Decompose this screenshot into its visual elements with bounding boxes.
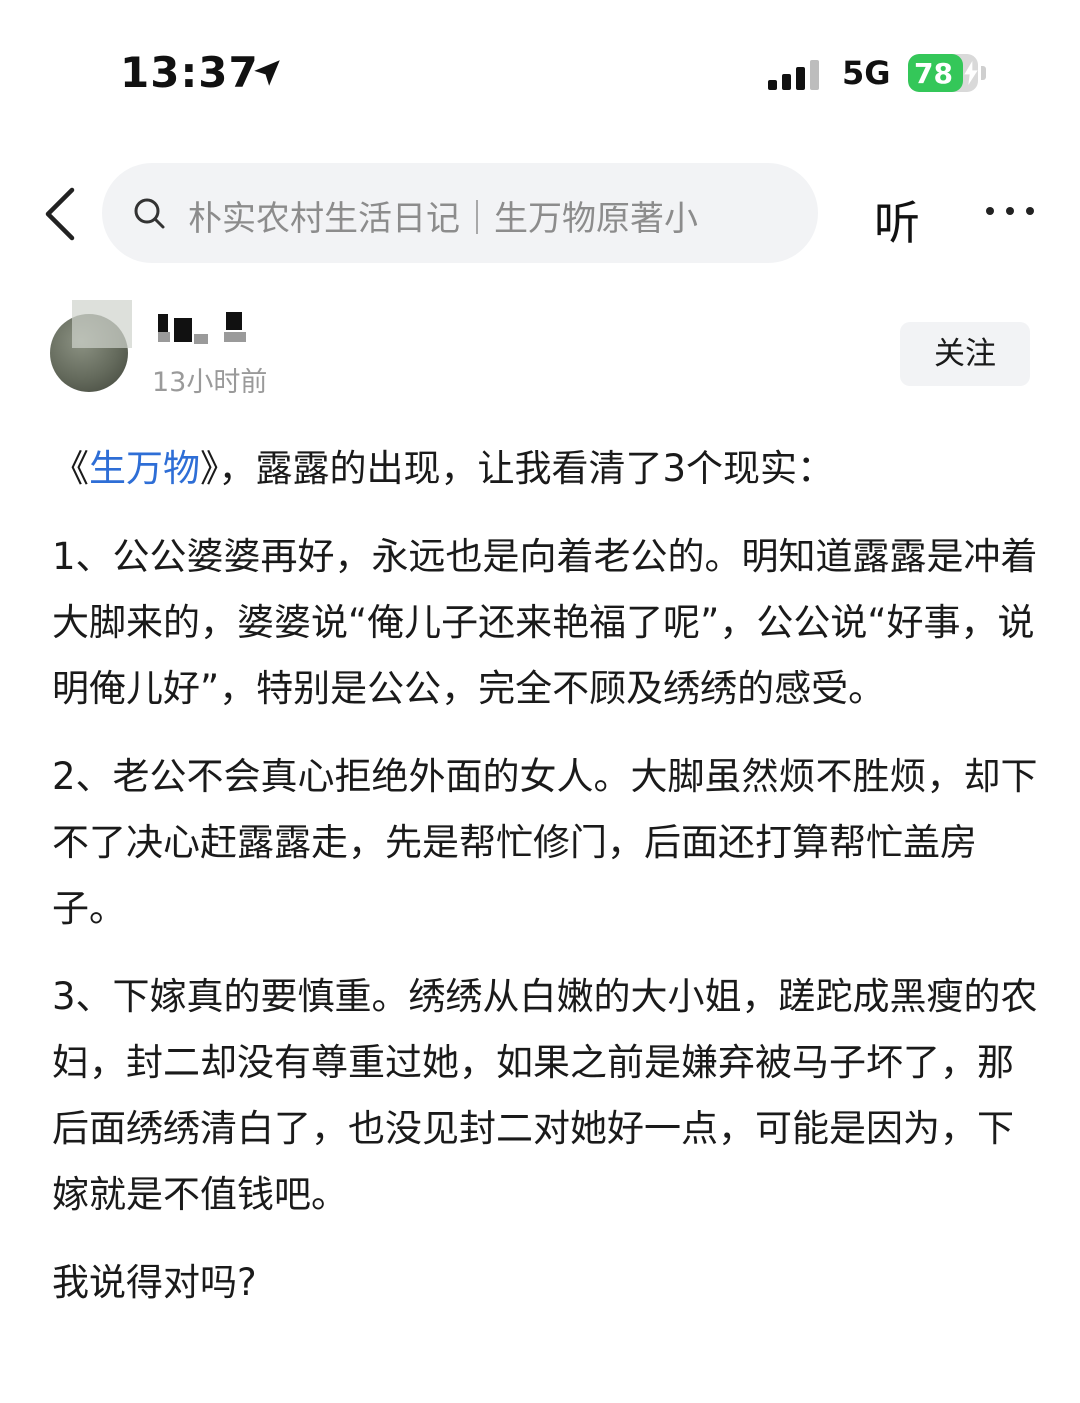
listen-button[interactable]: 听 xyxy=(874,187,920,253)
search-icon xyxy=(134,198,165,229)
point-2: 2、老公不会真心拒绝外面的女人。大脚虽然烦不胜烦，却下不了决心赶露露走，先是帮忙… xyxy=(52,755,1038,930)
signal-bars-icon xyxy=(768,58,824,90)
status-bar: 13:37 5G 78 xyxy=(0,0,1080,140)
avatar-mosaic xyxy=(72,300,132,348)
network-type: 5G xyxy=(842,54,891,92)
battery-icon: 78 xyxy=(908,54,978,92)
search-bar[interactable]: 朴实农村生活日记｜生万物原著小 xyxy=(102,163,818,263)
post-content: 《生万物》，露露的出现，让我看清了3个现实： 1、公公婆婆再好，永远也是向着老公… xyxy=(52,436,1042,1338)
back-chevron-icon[interactable] xyxy=(38,186,82,242)
battery-tip xyxy=(981,66,986,80)
status-time: 13:37 xyxy=(120,48,259,97)
point-1: 1、公公婆婆再好，永远也是向着老公的。明知道露露是冲着大脚来的，婆婆说“俺儿子还… xyxy=(52,535,1038,710)
post-title: 《生万物》，露露的出现，让我看清了3个现实： xyxy=(52,447,835,490)
post-page: 13:37 5G 78 朴实农村生活日记｜生万物原著小 听 13小时前 关注 《… xyxy=(0,0,1080,1403)
charging-bolt-icon xyxy=(964,61,978,85)
follow-button[interactable]: 关注 xyxy=(900,322,1030,386)
post-time: 13小时前 xyxy=(152,367,268,398)
more-dots-icon[interactable] xyxy=(986,205,1036,219)
search-query: 朴实农村生活日记｜生万物原著小 xyxy=(188,199,698,237)
author-name-redacted[interactable] xyxy=(154,312,264,352)
battery-level: 78 xyxy=(914,57,953,90)
topic-link[interactable]: 生万物 xyxy=(89,447,200,490)
point-3: 3、下嫁真的要慎重。绣绣从白嫩的大小姐，蹉跎成黑瘦的农妇，封二却没有尊重过她，如… xyxy=(52,975,1038,1216)
location-arrow-icon xyxy=(254,60,280,86)
closing-question: 我说得对吗? xyxy=(52,1261,257,1304)
